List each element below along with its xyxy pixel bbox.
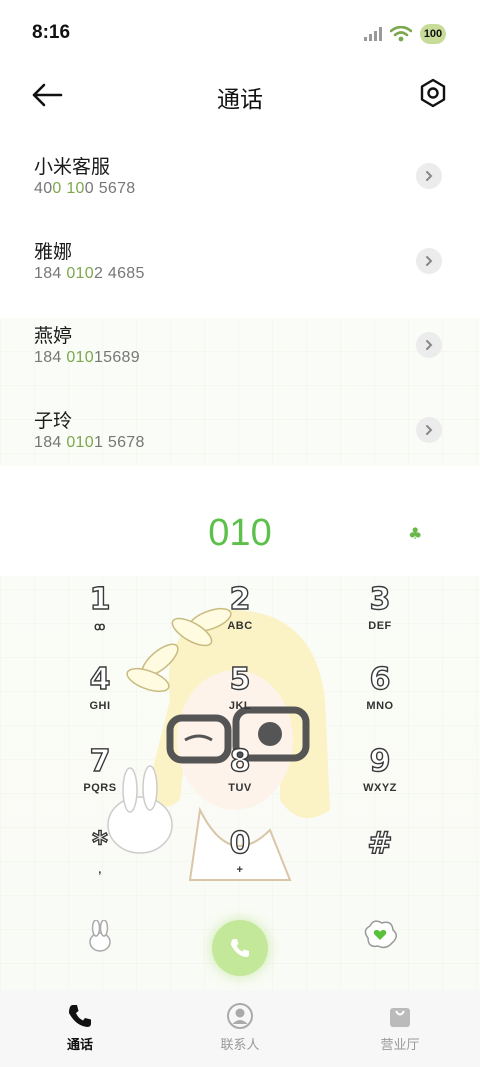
chevron-right-icon	[426, 255, 433, 266]
contact-number: 184 0102 4685	[34, 264, 145, 282]
bottom-navigation: 通话 联系人 营业厅	[0, 990, 480, 1067]
status-icons: 100	[364, 24, 446, 44]
call-button[interactable]	[212, 920, 268, 976]
contact-detail-button[interactable]	[416, 247, 442, 274]
contact-detail-button[interactable]	[416, 163, 442, 189]
bunny-icon	[89, 920, 111, 952]
contact-row[interactable]: 雅娜 184 0102 4685	[0, 225, 480, 310]
page-title: 通话	[217, 87, 263, 113]
key-4[interactable]: 4 GHI	[50, 661, 150, 732]
key-5[interactable]: 5 JKL	[190, 661, 290, 732]
contact-name: 子玲	[34, 409, 73, 432]
contact-detail-button[interactable]	[416, 416, 442, 443]
chevron-right-icon	[426, 171, 433, 181]
contact-name: 雅娜	[34, 240, 73, 263]
key-9[interactable]: 9 WXYZ	[330, 743, 430, 814]
person-icon	[227, 1003, 253, 1029]
status-bar: 8:16 100	[0, 0, 480, 68]
contact-number: 400 100 5678	[34, 180, 136, 197]
nav-tab-calls[interactable]: 通话	[0, 990, 160, 1067]
contact-row[interactable]: 小米客服 400 100 5678	[0, 140, 480, 225]
contact-row[interactable]: 子玲 184 0101 5678	[0, 394, 480, 479]
nav-label: 营业厅	[380, 1038, 420, 1053]
clover-icon: ♣	[408, 524, 423, 543]
settings-gear-icon[interactable]	[418, 78, 448, 108]
nav-tab-contacts[interactable]: 联系人	[160, 990, 320, 1067]
page-header: 通话	[0, 68, 480, 124]
nav-label: 联系人	[220, 1038, 260, 1053]
key-hash[interactable]: #	[330, 825, 430, 896]
key-3[interactable]: 3 DEF	[330, 581, 430, 652]
heart-cloud-icon	[364, 920, 397, 949]
chevron-right-icon	[426, 424, 433, 435]
key-0[interactable]: 0 +	[190, 825, 290, 896]
contact-row[interactable]: 燕婷 184 01015689	[0, 309, 480, 394]
chevron-right-icon	[426, 340, 433, 350]
contact-suggestion-list: 小米客服 400 100 5678 雅娜 184 0102 4685 燕婷 18…	[0, 140, 480, 478]
key-2[interactable]: 2 ABC	[190, 581, 290, 652]
battery-indicator: 100	[420, 24, 446, 44]
key-6[interactable]: 6 MNO	[330, 661, 430, 732]
contact-name: 燕婷	[34, 325, 73, 347]
contact-name: 小米客服	[34, 156, 111, 178]
contact-number: 184 01015689	[34, 349, 140, 366]
nav-tab-store[interactable]: 营业厅	[320, 990, 480, 1067]
phone-icon	[231, 939, 249, 957]
contact-detail-button[interactable]	[416, 332, 442, 358]
key-7[interactable]: 7 PQRS	[50, 743, 150, 814]
signal-icon	[364, 27, 382, 41]
phone-icon	[69, 1005, 91, 1027]
key-star[interactable]: *,	[50, 825, 150, 896]
key-8[interactable]: 8 TUV	[190, 743, 290, 814]
key-1[interactable]: 1ꝏ	[50, 581, 150, 652]
nav-label: 通话	[66, 1038, 93, 1053]
status-time: 8:16	[32, 22, 71, 43]
wifi-icon	[390, 26, 412, 42]
bag-icon	[390, 1008, 410, 1027]
contact-number: 184 0101 5678	[34, 433, 145, 451]
